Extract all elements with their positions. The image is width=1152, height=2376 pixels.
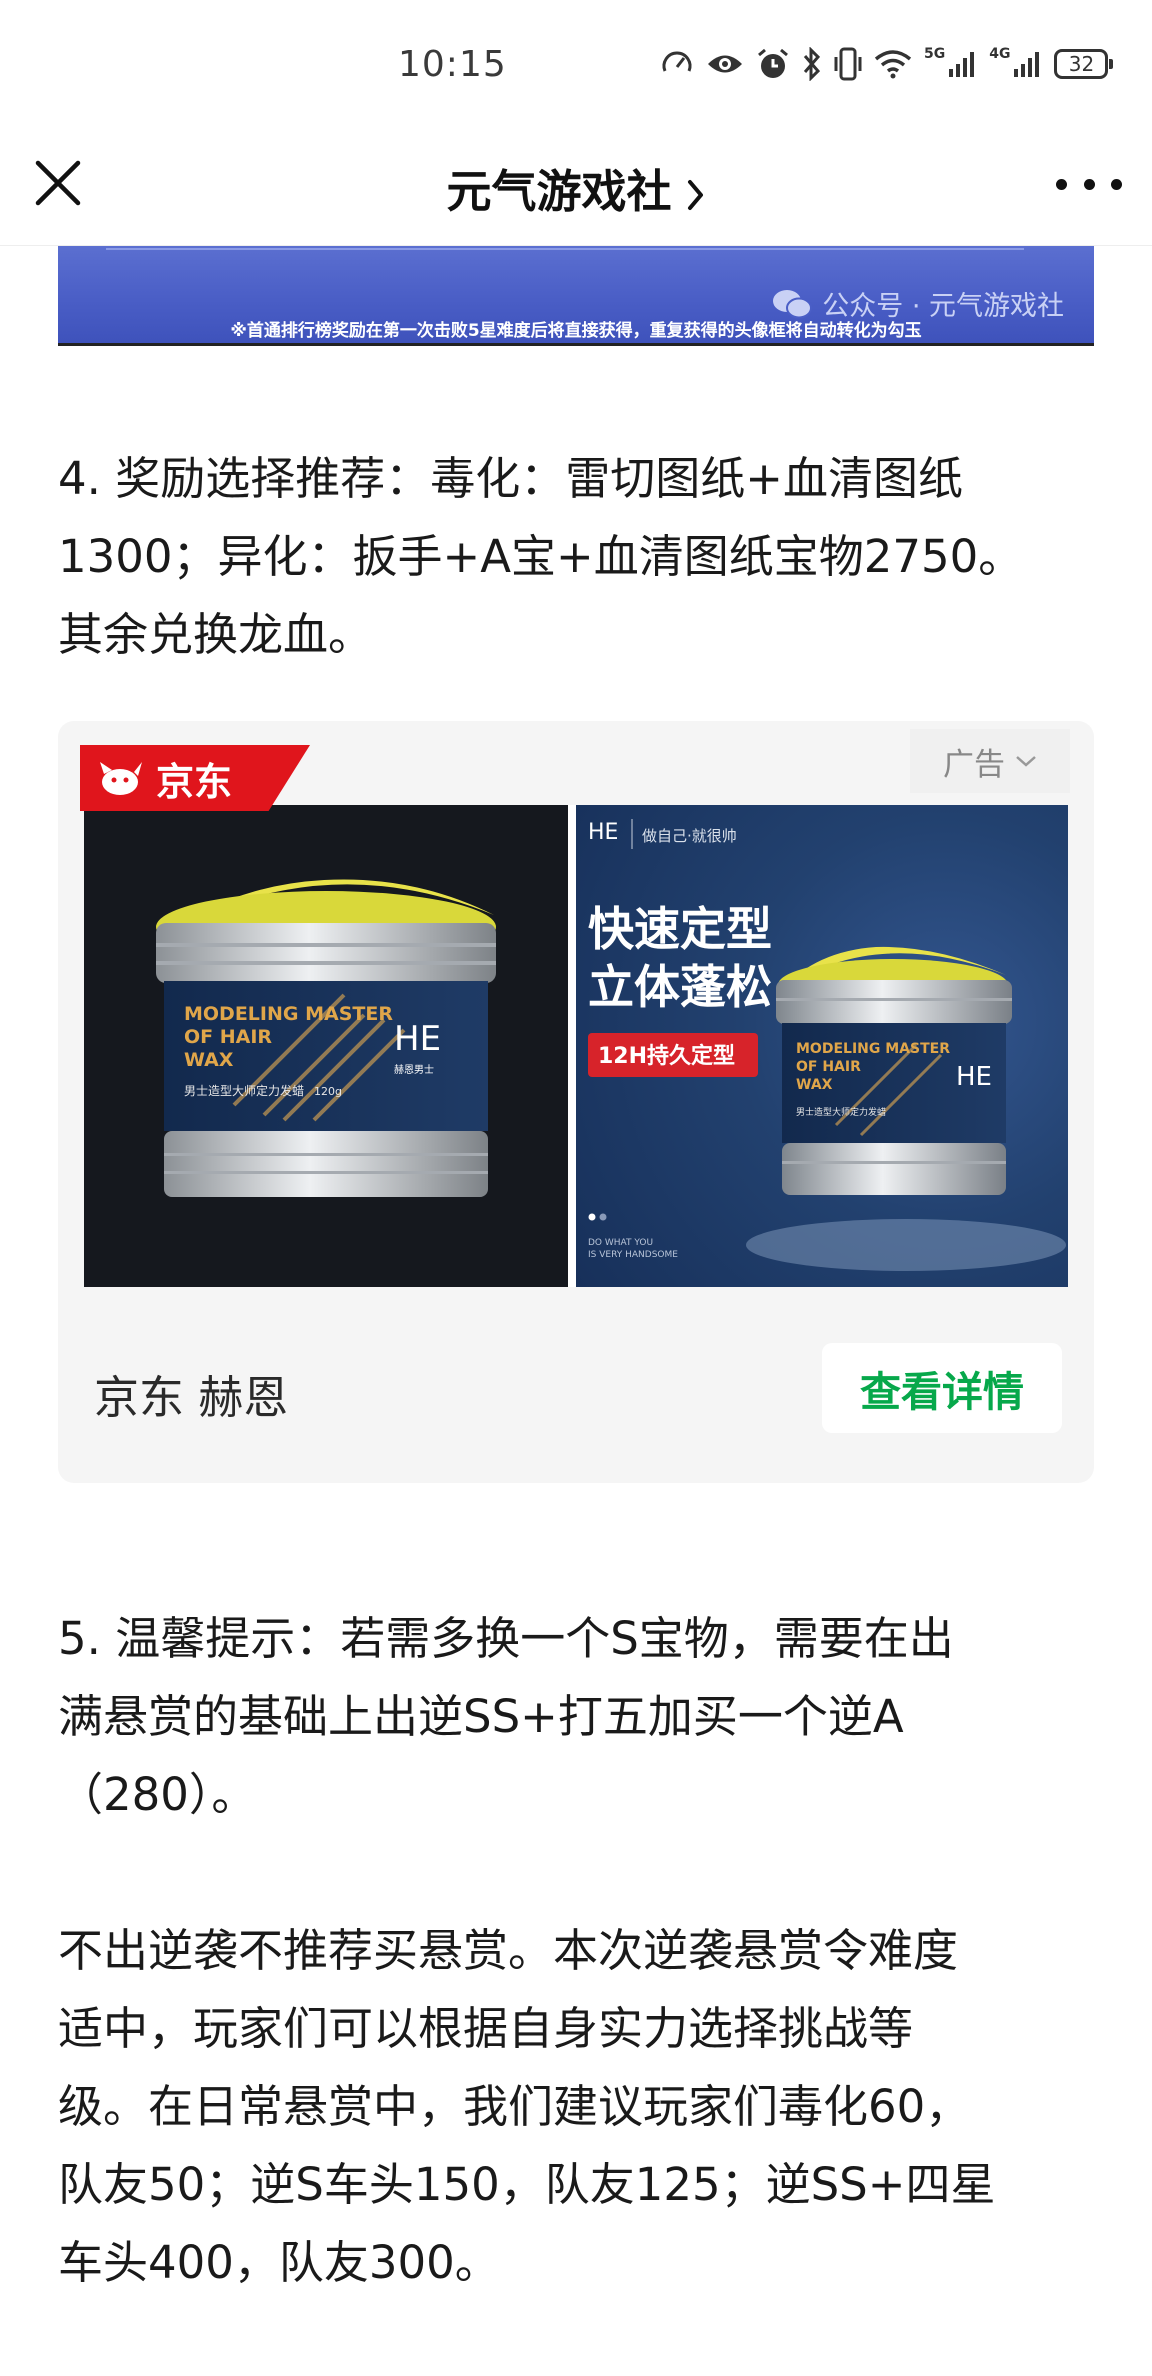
svg-text:OF HAIR: OF HAIR [184, 1026, 272, 1048]
paragraph-line: 4. 奖励选择推荐：毒化：雷切图纸+血清图纸 [58, 452, 963, 505]
paragraph-line: 适中，玩家们可以根据自身实力选择挑战等 [58, 2002, 914, 2055]
svg-text:DO WHAT YOU: DO WHAT YOU [588, 1238, 653, 1248]
view-details-button[interactable]: 查看详情 [822, 1343, 1062, 1433]
signal-5g-icon [949, 52, 975, 77]
svg-text:做自己·就很帅: 做自己·就很帅 [642, 827, 737, 845]
svg-text:MODELING MASTER: MODELING MASTER [796, 1041, 950, 1057]
jd-dog-logo-icon [100, 762, 142, 795]
vibrate-icon [834, 47, 862, 81]
nav-bar: 元气游戏社 [0, 135, 1152, 246]
svg-text:男士造型大师定力发蜡: 男士造型大师定力发蜡 [796, 1106, 886, 1118]
signal-4g-icon [1014, 52, 1040, 77]
more-dot [1111, 178, 1122, 190]
paragraph-line: 级。在日常悬赏中，我们建议玩家们毒化60， [58, 2080, 971, 2133]
svg-text:HE: HE [394, 1019, 441, 1059]
paragraph-line: 其余兑换龙血。 [58, 608, 374, 661]
network-4g-label: 4G [989, 46, 1011, 62]
svg-text:12H持久定型: 12H持久定型 [598, 1043, 735, 1069]
svg-text:MODELING MASTER: MODELING MASTER [184, 1003, 393, 1025]
paragraph-line: 不出逆袭不推荐买悬赏。本次逆袭悬赏令难度 [58, 1924, 959, 1977]
article-paragraph-4: 4. 奖励选择推荐：毒化：雷切图纸+血清图纸 1300；异化：扳手+A宝+血清图… [58, 440, 1094, 674]
wifi-icon [874, 50, 912, 79]
svg-text:HE: HE [588, 820, 618, 845]
jd-brand-badge: 京东 [80, 745, 310, 811]
ad-product-image-right[interactable]: HE 做自己·就很帅 快速定型 立体蓬松 12H持久定型 MODELING MA… [576, 805, 1068, 1287]
ad-card[interactable]: 广告 MODELING MASTER OF HAIR WAX 男士造型大师定力发… [58, 721, 1094, 1483]
svg-text:120g: 120g [314, 1085, 342, 1098]
chevron-down-icon [1016, 756, 1036, 767]
svg-text:IS VERY HANDSOME: IS VERY HANDSOME [588, 1250, 678, 1260]
svg-text:立体蓬松: 立体蓬松 [588, 960, 772, 1014]
ad-tag[interactable]: 广告 [910, 729, 1070, 793]
network-5g-label: 5G [924, 46, 946, 62]
status-icons: 5G 4G 32 [660, 44, 1114, 84]
jd-brand-text: 京东 [156, 759, 233, 804]
svg-text:男士造型大师定力发蜡: 男士造型大师定力发蜡 [184, 1083, 304, 1098]
banner-bottom-edge [58, 343, 1094, 346]
article-paragraph-6: 不出逆袭不推荐买悬赏。本次逆袭悬赏令难度 适中，玩家们可以根据自身实力选择挑战等… [58, 1912, 1094, 2302]
svg-text:快速定型: 快速定型 [588, 902, 772, 956]
account-title[interactable]: 元气游戏社 [0, 155, 1152, 220]
more-dot [1083, 178, 1095, 190]
battery-icon: 32 [1054, 49, 1114, 79]
article-banner-image: 公众号 · 元气游戏社 ※首通排行榜奖励在第一次击败5星难度后将直接获得，重复获… [58, 246, 1094, 344]
svg-text:OF HAIR: OF HAIR [796, 1059, 861, 1075]
hair-wax-promo-image: HE 做自己·就很帅 快速定型 立体蓬松 12H持久定型 MODELING MA… [588, 819, 1066, 1271]
hair-wax-jar-image: MODELING MASTER OF HAIR WAX 男士造型大师定力发蜡 1… [84, 805, 568, 1287]
paragraph-line: 1300；异化：扳手+A宝+血清图纸宝物2750。 [58, 530, 1024, 583]
paragraph-line: 满悬赏的基础上出逆SS+打五加买一个逆A [58, 1690, 904, 1743]
paragraph-line: 车头400，队友300。 [58, 2236, 500, 2289]
svg-text:WAX: WAX [796, 1077, 833, 1093]
eye-icon [708, 55, 742, 73]
banner-divider [106, 248, 1024, 250]
ad-tag-label: 广告 [943, 746, 1005, 783]
paragraph-line: （280）。 [58, 1768, 257, 1821]
svg-text:HE: HE [956, 1062, 992, 1092]
account-title-text: 元气游戏社 [446, 165, 672, 218]
status-bar: 10:15 5G 4G 32 [0, 0, 1152, 135]
svg-text:赫恩男士: 赫恩男士 [394, 1063, 434, 1076]
ad-image-pair[interactable]: MODELING MASTER OF HAIR WAX 男士造型大师定力发蜡 1… [84, 805, 1068, 1287]
more-dot [1056, 178, 1067, 190]
alarm-icon [758, 48, 788, 78]
banner-note: ※首通排行榜奖励在第一次击败5星难度后将直接获得，重复获得的头像框将自动转化为勾… [230, 321, 922, 341]
paragraph-line: 5. 温馨提示：若需多换一个S宝物，需要在出 [58, 1612, 954, 1665]
ad-source-label: 京东 赫恩 [94, 1371, 289, 1424]
chevron-right-icon [687, 180, 703, 210]
speed-icon [662, 51, 692, 72]
ad-product-image-left[interactable]: MODELING MASTER OF HAIR WAX 男士造型大师定力发蜡 1… [84, 805, 568, 1287]
wechat-icon [773, 289, 813, 318]
article-paragraph-5: 5. 温馨提示：若需多换一个S宝物，需要在出 满悬赏的基础上出逆SS+打五加买一… [58, 1600, 1094, 1834]
status-time: 10:15 [398, 44, 507, 85]
more-button[interactable] [1056, 159, 1122, 209]
paragraph-line: 队友50；逆S车头150，队友125；逆SS+四星 [58, 2158, 996, 2211]
svg-text:WAX: WAX [184, 1049, 234, 1071]
bluetooth-icon [803, 47, 821, 81]
